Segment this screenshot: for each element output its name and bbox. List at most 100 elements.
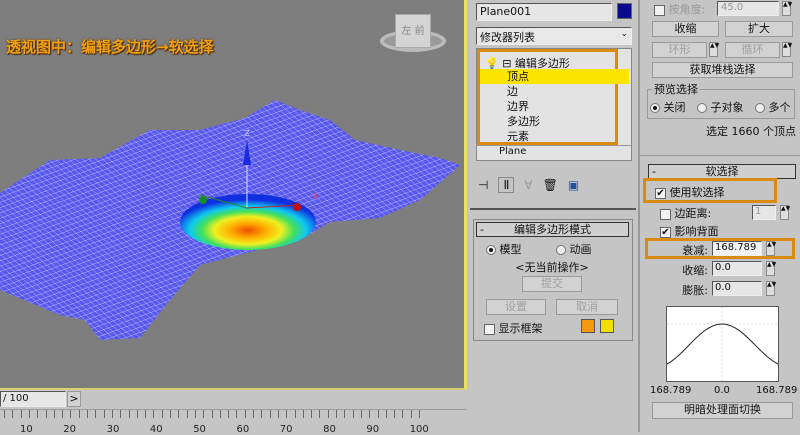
stack-item-vertex[interactable]: 顶点 xyxy=(507,69,529,84)
timeline-tick xyxy=(170,410,171,418)
timeline-tick-label: 30 xyxy=(106,424,120,435)
edge-distance-label: 边距离: xyxy=(674,207,712,220)
pinch-label: 收缩: xyxy=(682,264,708,277)
timeline-tick xyxy=(4,410,5,418)
animate-radio[interactable]: 动画 xyxy=(556,241,592,257)
angle-field[interactable]: 45.0 xyxy=(717,1,779,16)
loop-spinner[interactable]: ▲▼ xyxy=(782,42,792,57)
timeline-tick xyxy=(286,410,288,418)
next-frame-button[interactable]: > xyxy=(67,391,81,407)
timeline-tick xyxy=(244,410,246,418)
cancel-button[interactable]: 取消 xyxy=(556,299,618,315)
timeline-tick xyxy=(385,410,387,418)
soft-selection-title: 软选择 xyxy=(705,165,739,178)
animate-label: 动画 xyxy=(569,243,592,256)
preview-selection-title: 预览选择 xyxy=(652,81,700,97)
timeline-tick xyxy=(178,410,180,418)
bubble-field[interactable]: 0.0 xyxy=(712,281,762,296)
time-slider[interactable]: / 100 xyxy=(0,391,66,407)
shrink-button[interactable]: 收缩 xyxy=(652,21,719,37)
gizmo-x-label: X xyxy=(313,192,319,201)
timeline-tick-label: 70 xyxy=(279,424,293,435)
timeline-tick xyxy=(344,410,346,418)
timeline-tick xyxy=(87,410,88,418)
perspective-viewport[interactable]: Z X 透视图中：编辑多边形→软选择 左 前 xyxy=(0,0,467,390)
edge-distance-checkbox[interactable]: 边距离: xyxy=(660,205,711,221)
selection-status: 选定 1660 个顶点 xyxy=(706,125,796,138)
curve-mid-label: 0.0 xyxy=(714,385,730,396)
timeline-tick-label: 20 xyxy=(63,424,77,435)
falloff-spinner[interactable]: ▲▼ xyxy=(766,241,776,256)
stack-item-polygon[interactable]: 多边形 xyxy=(507,114,540,129)
timeline-tick xyxy=(377,410,379,418)
falloff-field[interactable]: 168.789 xyxy=(712,241,762,256)
shaded-face-toggle-button[interactable]: 明暗处理面切换 xyxy=(652,402,793,419)
by-angle-label: 按角度: xyxy=(668,3,706,16)
angle-spinner[interactable]: ▲▼ xyxy=(782,1,792,16)
configure-sets-icon[interactable]: ▣ xyxy=(568,178,579,192)
loop-button[interactable]: 循环 xyxy=(725,42,780,58)
modifier-list-dropdown[interactable]: 修改器列表 ⌄ xyxy=(476,27,632,45)
bubble-label: 膨胀: xyxy=(682,284,708,297)
cage-selected-color-swatch[interactable] xyxy=(600,319,614,333)
edge-distance-field[interactable]: 1 xyxy=(752,205,776,220)
ring-spinner[interactable]: ▲▼ xyxy=(709,42,719,57)
preview-multi-radio[interactable]: 多个 xyxy=(755,99,791,115)
stack-item-border[interactable]: 边界 xyxy=(507,99,529,114)
timeline-tick-label: 10 xyxy=(20,424,33,435)
stack-base-object[interactable]: Plane xyxy=(499,146,526,157)
timeline-tick xyxy=(211,410,213,418)
timeline-tick xyxy=(128,410,130,418)
timeline-tick xyxy=(70,410,72,418)
timeline-tick xyxy=(327,410,329,418)
timeline-tick xyxy=(394,410,396,418)
use-soft-selection-checkbox[interactable]: ✔ 使用软选择 xyxy=(655,184,725,200)
timeline-tick xyxy=(95,410,97,418)
bubble-spinner[interactable]: ▲▼ xyxy=(766,281,776,296)
object-name-field[interactable]: Plane001 xyxy=(476,3,612,21)
timeline-tick xyxy=(62,410,64,418)
preview-subobject-radio[interactable]: 子对象 xyxy=(697,99,744,115)
viewcube[interactable]: 左 前 xyxy=(380,14,446,54)
get-stack-selection-button[interactable]: 获取堆栈选择 xyxy=(652,62,793,78)
pinch-field[interactable]: 0.0 xyxy=(712,261,762,276)
timeline-tick xyxy=(28,410,30,418)
use-soft-selection-label: 使用软选择 xyxy=(669,186,725,199)
timeline-tick xyxy=(277,410,279,418)
stack-item-element[interactable]: 元素 xyxy=(507,129,529,144)
timeline-tick xyxy=(319,410,321,418)
timeline-ruler[interactable]: 10 20 30 40 50 60 70 80 90 100 xyxy=(0,409,466,435)
object-color-swatch[interactable] xyxy=(617,3,632,19)
timeline-tick xyxy=(294,410,296,418)
make-unique-icon[interactable]: ∀ xyxy=(524,178,532,192)
chevron-down-icon: ⌄ xyxy=(620,29,628,39)
timeline-tick xyxy=(269,410,271,418)
modifier-stack[interactable]: 💡 ⊟ 编辑多边形 顶点 边 边界 多边形 元素 Plane xyxy=(476,48,632,161)
show-cage-label: 显示框架 xyxy=(498,322,543,335)
model-radio[interactable]: 模型 xyxy=(486,241,522,257)
pinch-spinner[interactable]: ▲▼ xyxy=(766,261,776,276)
timeline-tick xyxy=(302,410,304,418)
stack-item-edge[interactable]: 边 xyxy=(507,84,518,99)
preview-off-radio[interactable]: 关闭 xyxy=(650,99,686,115)
pin-stack-icon[interactable]: ⊣ xyxy=(478,178,488,192)
commit-button[interactable]: 提交 xyxy=(522,276,582,292)
remove-modifier-icon[interactable]: 🗑 xyxy=(543,178,558,192)
by-angle-checkbox[interactable]: 按角度: xyxy=(654,1,705,17)
modifier-list-label: 修改器列表 xyxy=(480,31,535,44)
show-cage-checkbox[interactable]: 显示框架 xyxy=(484,320,543,336)
timeline-tick-label: 90 xyxy=(366,424,380,435)
timeline-tick xyxy=(360,410,362,418)
cage-color-swatch[interactable] xyxy=(581,319,595,333)
soft-selection-header[interactable]: - 软选择 xyxy=(648,164,796,179)
ring-button[interactable]: 环形 xyxy=(652,42,707,58)
settings-button[interactable]: 设置 xyxy=(486,299,546,315)
current-operation-status: <无当前操作> xyxy=(515,261,589,274)
timeline-tick xyxy=(78,410,80,418)
edit-poly-mode-rollout: - 编辑多边形模式 模型 动画 <无当前操作> 提交 设置 取消 显示框架 xyxy=(473,219,633,341)
edit-poly-mode-header[interactable]: - 编辑多边形模式 xyxy=(476,222,629,237)
edge-distance-spinner[interactable]: ▲▼ xyxy=(780,205,790,220)
show-end-result-icon[interactable]: Ⅱ xyxy=(498,177,515,193)
grow-button[interactable]: 扩大 xyxy=(725,21,793,37)
affect-backfacing-checkbox[interactable]: ✔ 影响背面 xyxy=(660,223,719,239)
